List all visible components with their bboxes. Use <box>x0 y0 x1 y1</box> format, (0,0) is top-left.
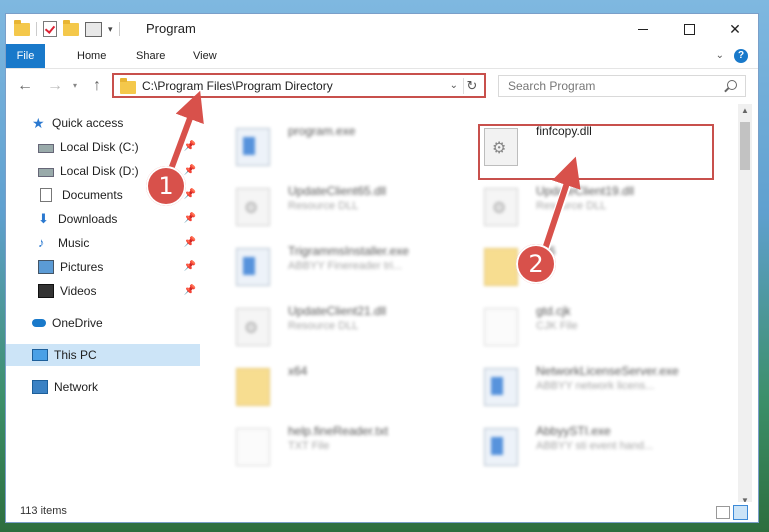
callout-badge-1: 1 <box>146 166 186 206</box>
file-explorer-window: ▾ Program ✕ File Home Share View ⌄ ? ← →… <box>6 14 758 522</box>
callout-badge-2: 2 <box>516 244 556 284</box>
callout-arrow-2 <box>541 156 581 253</box>
callout-arrows <box>165 90 581 254</box>
callout-arrow-1 <box>167 90 204 174</box>
